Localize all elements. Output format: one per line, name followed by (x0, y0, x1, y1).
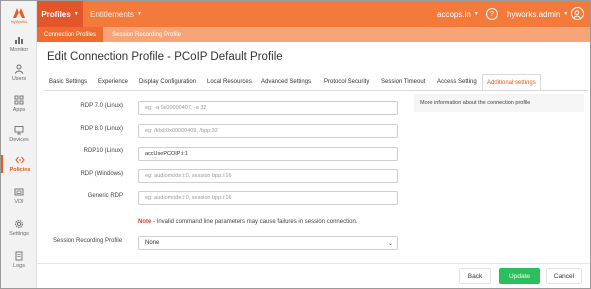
sidebar-item-label: Users (11, 76, 27, 82)
logo[interactable]: HyWorks (1, 1, 37, 31)
sidebar-item-policies[interactable]: Policies (1, 155, 37, 173)
tab-session-recording-profile[interactable]: Session Recording Profile (112, 27, 181, 42)
tab-basic-settings[interactable]: Basic Settings (49, 74, 87, 90)
avatar-icon[interactable] (571, 7, 584, 20)
caret-down-icon: ▼ (563, 11, 569, 17)
sidebar-item-users[interactable]: Users (1, 64, 37, 82)
app-window: HyWorks Monitor Users Apps Devices Polic… (0, 0, 591, 289)
footer-divider (37, 263, 590, 264)
tab-connection-profiles[interactable]: Connection Profiles (37, 27, 103, 42)
vdi-window-icon (14, 188, 24, 196)
tab-local-resources[interactable]: Local Resources (207, 74, 252, 90)
code-arrows-icon (15, 156, 25, 164)
sidebar-item-logs[interactable]: Logs (1, 251, 37, 269)
tab-protocol-security[interactable]: Protocol Security (324, 74, 369, 90)
rdp-windows-label: RDP (Windows) (80, 171, 123, 177)
update-button[interactable]: Update (499, 268, 540, 284)
monitor-icon (14, 126, 24, 135)
menu-label: Profiles (41, 9, 71, 19)
sidebar-item-label: Devices (9, 137, 29, 143)
select-value: None (145, 240, 160, 246)
rdp7-linux-input[interactable]: eg: -a 0x00000407, -a 32 (138, 101, 398, 115)
menu-label: Entitlements (90, 9, 135, 19)
warning-note: Note - Invalid command line parameters m… (138, 219, 357, 225)
tenant-label: accops.in (437, 9, 471, 19)
menu-profiles[interactable]: Profiles ▼ (37, 1, 83, 27)
session-recording-label: Session Recording Profile (53, 238, 123, 244)
sidebar-item-devices[interactable]: Devices (1, 125, 37, 143)
rdp-windows-input[interactable]: eg: audiomode:i:0, session bpp:i:16 (138, 169, 398, 183)
user-icon (14, 64, 24, 74)
sidebar-item-monitor[interactable]: Monitor (1, 35, 37, 53)
page-title: Edit Connection Profile - PCoIP Default … (47, 51, 283, 63)
bar-chart-icon (15, 37, 23, 44)
rdp7-linux-label: RDP 7.0 (Linux) (80, 103, 123, 109)
caret-down-icon: ▼ (73, 11, 79, 17)
rdp10-linux-label: RDP10 (Linux) (83, 148, 123, 154)
sidebar-item-label: Policies (9, 167, 31, 173)
caret-down-icon: ▼ (137, 11, 142, 17)
info-panel: More information about the connection pr… (414, 94, 584, 112)
user-menu[interactable]: hyworks.admin ▼ (507, 1, 568, 27)
session-recording-select[interactable]: None ⌄ (138, 236, 398, 250)
tabs-divider (45, 90, 588, 91)
generic-rdp-label: Generic RDP (87, 193, 123, 199)
top-bar: Profiles ▼ Entitlements ▼ accops.in ▼ ? hyw… (37, 1, 590, 27)
username-label: hyworks.admin (507, 9, 561, 19)
chevron-down-icon: ⌄ (387, 241, 393, 247)
sidebar-item-apps[interactable]: Apps (1, 95, 37, 113)
rdp10-linux-input[interactable]: accUsePCOIP:i:1 (138, 147, 398, 161)
tab-display-configuration[interactable]: Display Configuration (139, 74, 196, 90)
sidebar: HyWorks Monitor Users Apps Devices Polic… (1, 1, 37, 288)
back-button[interactable]: Back (459, 268, 491, 284)
sidebar-item-label: Settings (9, 231, 29, 237)
rdp8-linux-input[interactable]: eg: /kbd:0x00000409, /bpp:32 (138, 124, 398, 138)
caret-down-icon: ▼ (473, 11, 479, 17)
logo-text: HyWorks (10, 19, 28, 24)
gear-icon (14, 219, 24, 229)
note-text: - Invalid command line parameters may ca… (151, 219, 358, 225)
cancel-button[interactable]: Cancel (546, 268, 582, 284)
sidebar-item-label: Logs (13, 263, 25, 269)
note-prefix: Note (138, 219, 152, 225)
generic-rdp-input[interactable]: eg: audiomode:i:0, session bpp:i:16 (138, 191, 398, 205)
tab-advanced-settings[interactable]: Advanced Settings (261, 74, 311, 90)
sub-navigation: Connection Profiles Session Recording Pr… (37, 27, 590, 42)
rdp8-linux-label: RDP 8.0 (Linux) (80, 126, 123, 132)
sidebar-item-settings[interactable]: Settings (1, 219, 37, 237)
tab-session-timeout[interactable]: Session Timeout (381, 74, 425, 90)
tenant-selector[interactable]: accops.in ▼ (437, 1, 479, 27)
sidebar-item-label: VDI (14, 199, 24, 205)
tab-additional-settings[interactable]: Additional settings (482, 74, 541, 91)
tab-access-setting[interactable]: Access Setting (437, 74, 477, 90)
sidebar-item-vdi[interactable]: VDI (1, 187, 37, 205)
sidebar-item-label: Monitor (9, 47, 29, 53)
apps-grid-icon (14, 95, 24, 105)
tab-experience[interactable]: Experience (98, 74, 128, 90)
menu-entitlements[interactable]: Entitlements ▼ (90, 1, 142, 27)
sidebar-item-label: Apps (12, 107, 26, 113)
logo-mark-icon (13, 8, 25, 18)
help-icon[interactable]: ? (486, 8, 498, 20)
document-icon (15, 251, 23, 261)
